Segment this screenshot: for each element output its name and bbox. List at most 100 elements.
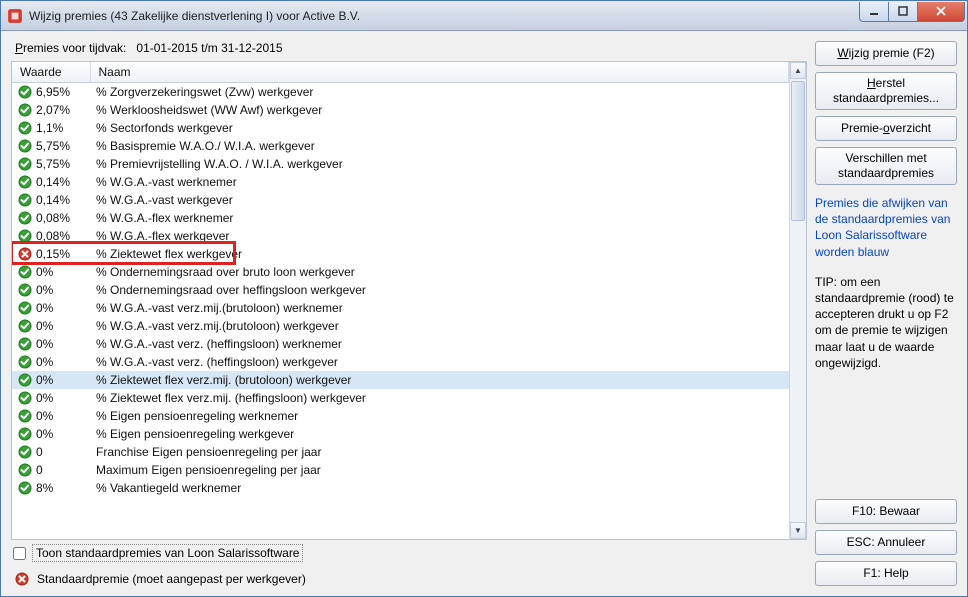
scroll-thumb[interactable] bbox=[791, 81, 805, 221]
wijzig-premie-button[interactable]: Wijzig premie (F2) bbox=[815, 41, 957, 66]
naam-cell: % Ziektewet flex werkgever bbox=[90, 245, 789, 263]
naam-cell: % Premievrijstelling W.A.O. / W.I.A. wer… bbox=[90, 155, 789, 173]
table-row[interactable]: 8%% Vakantiegeld werknemer bbox=[12, 479, 789, 497]
table-row[interactable]: 0%% Ziektewet flex verz.mij. (heffingslo… bbox=[12, 389, 789, 407]
legend-text: Standaardpremie (moet aangepast per werk… bbox=[37, 572, 306, 586]
naam-cell: % Basispremie W.A.O./ W.I.A. werkgever bbox=[90, 137, 789, 155]
naam-cell: % W.G.A.-vast verz.mij.(brutoloon) werkn… bbox=[90, 299, 789, 317]
table-row[interactable]: 0,08%% W.G.A.-flex werkgever bbox=[12, 227, 789, 245]
maximize-button[interactable] bbox=[888, 2, 918, 22]
waarde-cell: 0 bbox=[36, 445, 76, 459]
waarde-cell: 6,95% bbox=[36, 85, 76, 99]
note-blue: Premies die afwijken van de standaardpre… bbox=[815, 195, 957, 260]
waarde-cell: 0,08% bbox=[36, 211, 76, 225]
ok-icon bbox=[18, 355, 32, 369]
waarde-cell: 0% bbox=[36, 265, 76, 279]
waarde-cell: 0% bbox=[36, 355, 76, 369]
table-row[interactable]: 0% % Ondernemingsraad over bruto loon wer… bbox=[12, 263, 789, 281]
waarde-cell: 5,75% bbox=[36, 139, 76, 153]
scroll-up-button[interactable]: ▲ bbox=[790, 62, 806, 79]
table-row[interactable]: 1,1%% Sectorfonds werkgever bbox=[12, 119, 789, 137]
minimize-button[interactable] bbox=[859, 2, 889, 22]
error-icon bbox=[18, 247, 32, 261]
ok-icon bbox=[18, 391, 32, 405]
ok-icon bbox=[18, 445, 32, 459]
ok-icon bbox=[18, 211, 32, 225]
naam-cell: % Ondernemingsraad over heffingsloon wer… bbox=[90, 281, 789, 299]
naam-cell: % W.G.A.-flex werknemer bbox=[90, 209, 789, 227]
premies-grid[interactable]: Waarde Naam 6,95% % Zorgverzekeringswet (… bbox=[12, 62, 789, 497]
toon-standaard-row: Toon standaardpremies van Loon Salarisso… bbox=[11, 544, 807, 562]
table-row[interactable]: 0%% W.G.A.-vast verz. (heffingsloon) wer… bbox=[12, 335, 789, 353]
table-row[interactable]: 0%% Eigen pensioenregeling werknemer bbox=[12, 407, 789, 425]
error-icon bbox=[15, 572, 29, 586]
naam-cell: Maximum Eigen pensioenregeling per jaar bbox=[90, 461, 789, 479]
ok-icon bbox=[18, 337, 32, 351]
table-row[interactable]: 0%% Ziektewet flex verz.mij. (brutoloon)… bbox=[12, 371, 789, 389]
legend: Standaardpremie (moet aangepast per werk… bbox=[11, 572, 807, 586]
col-waarde[interactable]: Waarde bbox=[12, 62, 90, 83]
table-row[interactable]: 0% % Ondernemingsraad over heffingsloon w… bbox=[12, 281, 789, 299]
content: Premies voor tijdvak: 01-01-2015 t/m 31-… bbox=[1, 31, 967, 596]
herstel-standaard-button[interactable]: Herstelstandaardpremies... bbox=[815, 72, 957, 110]
waarde-cell: 1,1% bbox=[36, 121, 76, 135]
ok-icon bbox=[18, 121, 32, 135]
scroll-track[interactable] bbox=[790, 79, 806, 522]
naam-cell: % W.G.A.-vast werkgever bbox=[90, 191, 789, 209]
verschillen-button[interactable]: Verschillen metstandaardpremies bbox=[815, 147, 957, 185]
table-row[interactable]: 6,95% % Zorgverzekeringswet (Zvw) werkgev… bbox=[12, 83, 789, 101]
waarde-cell: 0% bbox=[36, 391, 76, 405]
ok-icon bbox=[18, 373, 32, 387]
ok-icon bbox=[18, 481, 32, 495]
naam-cell: % Ondernemingsraad over bruto loon werkg… bbox=[90, 263, 789, 281]
bewaar-button[interactable]: F10: Bewaar bbox=[815, 499, 957, 524]
naam-cell: % Eigen pensioenregeling werknemer bbox=[90, 407, 789, 425]
table-row[interactable]: 0%% W.G.A.-vast verz. (heffingsloon) wer… bbox=[12, 353, 789, 371]
table-row[interactable]: 5,75% % Premievrijstelling W.A.O. / W.I.A… bbox=[12, 155, 789, 173]
ok-icon bbox=[18, 427, 32, 441]
ok-icon bbox=[18, 463, 32, 477]
ok-icon bbox=[18, 283, 32, 297]
naam-cell: % Zorgverzekeringswet (Zvw) werkgever bbox=[90, 83, 789, 101]
waarde-cell: 5,75% bbox=[36, 157, 76, 171]
toon-standaard-checkbox[interactable] bbox=[13, 547, 26, 560]
table-row[interactable]: 2,07%% Werkloosheidswet (WW Awf) werkgev… bbox=[12, 101, 789, 119]
table-row[interactable]: 0% % W.G.A.-vast verz.mij.(brutoloon) wer… bbox=[12, 299, 789, 317]
help-button[interactable]: F1: Help bbox=[815, 561, 957, 586]
right-column: Wijzig premie (F2) Herstelstandaardpremi… bbox=[815, 41, 957, 586]
table-row[interactable]: 0,15%% Ziektewet flex werkgever bbox=[12, 245, 789, 263]
waarde-cell: 8% bbox=[36, 481, 76, 495]
col-naam[interactable]: Naam bbox=[90, 62, 789, 83]
waarde-cell: 2,07% bbox=[36, 103, 76, 117]
scroll-down-button[interactable]: ▼ bbox=[790, 522, 806, 539]
ok-icon bbox=[18, 265, 32, 279]
naam-cell: % Eigen pensioenregeling werkgever bbox=[90, 425, 789, 443]
waarde-cell: 0% bbox=[36, 337, 76, 351]
waarde-cell: 0% bbox=[36, 301, 76, 315]
premie-overzicht-button[interactable]: Premie-overzicht bbox=[815, 116, 957, 141]
table-row[interactable]: 0,08% % W.G.A.-flex werknemer bbox=[12, 209, 789, 227]
table-row[interactable]: 0 Maximum Eigen pensioenregeling per jaar bbox=[12, 461, 789, 479]
table-row[interactable]: 5,75% % Basispremie W.A.O./ W.I.A. werkge… bbox=[12, 137, 789, 155]
table-row[interactable]: 0%% Eigen pensioenregeling werkgever bbox=[12, 425, 789, 443]
waarde-cell: 0% bbox=[36, 283, 76, 297]
table-row[interactable]: 0%% W.G.A.-vast verz.mij.(brutoloon) wer… bbox=[12, 317, 789, 335]
annuleer-button[interactable]: ESC: Annuleer bbox=[815, 530, 957, 555]
titlebar: Wijzig premies (43 Zakelijke dienstverle… bbox=[1, 1, 967, 31]
table-row[interactable]: 0Franchise Eigen pensioenregeling per ja… bbox=[12, 443, 789, 461]
table-row[interactable]: 0,14%% W.G.A.-vast werknemer bbox=[12, 173, 789, 191]
ok-icon bbox=[18, 319, 32, 333]
table-row[interactable]: 0,14%% W.G.A.-vast werkgever bbox=[12, 191, 789, 209]
ok-icon bbox=[18, 85, 32, 99]
note-tip: TIP: om een standaardpremie (rood) te ac… bbox=[815, 274, 957, 371]
toon-standaard-label[interactable]: Toon standaardpremies van Loon Salarisso… bbox=[32, 544, 303, 562]
ok-icon bbox=[18, 103, 32, 117]
ok-icon bbox=[18, 301, 32, 315]
close-button[interactable] bbox=[917, 2, 965, 22]
ok-icon bbox=[18, 157, 32, 171]
waarde-cell: 0% bbox=[36, 319, 76, 333]
naam-cell: % Ziektewet flex verz.mij. (brutoloon) w… bbox=[90, 371, 789, 389]
ok-icon bbox=[18, 139, 32, 153]
scrollbar[interactable]: ▲ ▼ bbox=[789, 62, 806, 539]
waarde-cell: 0 bbox=[36, 463, 76, 477]
